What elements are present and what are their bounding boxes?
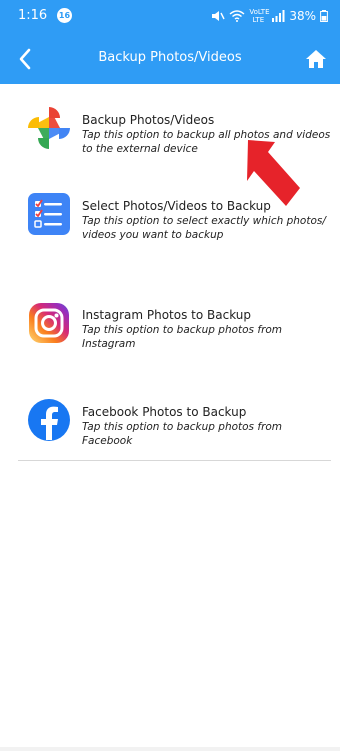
instagram-icon — [25, 299, 73, 347]
bottom-navigation-strip — [0, 747, 340, 751]
facebook-icon — [25, 396, 73, 444]
menu-item-facebook-photos[interactable]: Facebook Photos to Backup Tap this optio… — [18, 386, 331, 450]
section-divider — [18, 460, 331, 461]
menu-item-title: Facebook Photos to Backup — [82, 405, 247, 419]
menu-item-description: Tap this option to backup photos from In… — [82, 324, 283, 350]
navigation-bar: Backup Photos/Videos — [0, 34, 340, 84]
status-time: 1:16 — [18, 8, 48, 23]
battery-percent: 38% — [289, 9, 316, 23]
network-label: VoLTE LTE — [249, 8, 270, 24]
home-icon — [306, 50, 326, 68]
notification-count-badge: 16 — [57, 8, 72, 23]
red-pointer-arrow-icon — [247, 140, 300, 206]
back-arrow-icon — [19, 48, 31, 70]
home-button[interactable] — [299, 42, 333, 76]
battery-icon — [320, 10, 328, 22]
app-header: 1:16 16 VoLTE LTE 38% Backup Photos/Vide… — [0, 0, 340, 84]
status-indicators: VoLTE LTE 38% — [211, 8, 328, 24]
menu-item-title: Backup Photos/Videos — [82, 113, 215, 127]
back-button[interactable] — [8, 42, 42, 76]
menu-item-title: Instagram Photos to Backup — [82, 308, 252, 322]
signal-icon — [272, 10, 285, 22]
menu-item-instagram-photos[interactable]: Instagram Photos to Backup Tap this opti… — [18, 289, 331, 353]
mute-icon — [212, 11, 225, 21]
status-bar: 1:16 16 VoLTE LTE 38% — [0, 0, 340, 34]
google-photos-icon — [25, 104, 73, 152]
page-title: Backup Photos/Videos — [98, 50, 242, 65]
menu-item-description: Tap this option to backup photos from Fa… — [82, 421, 283, 447]
checklist-icon — [25, 190, 73, 238]
wifi-icon — [229, 10, 245, 22]
